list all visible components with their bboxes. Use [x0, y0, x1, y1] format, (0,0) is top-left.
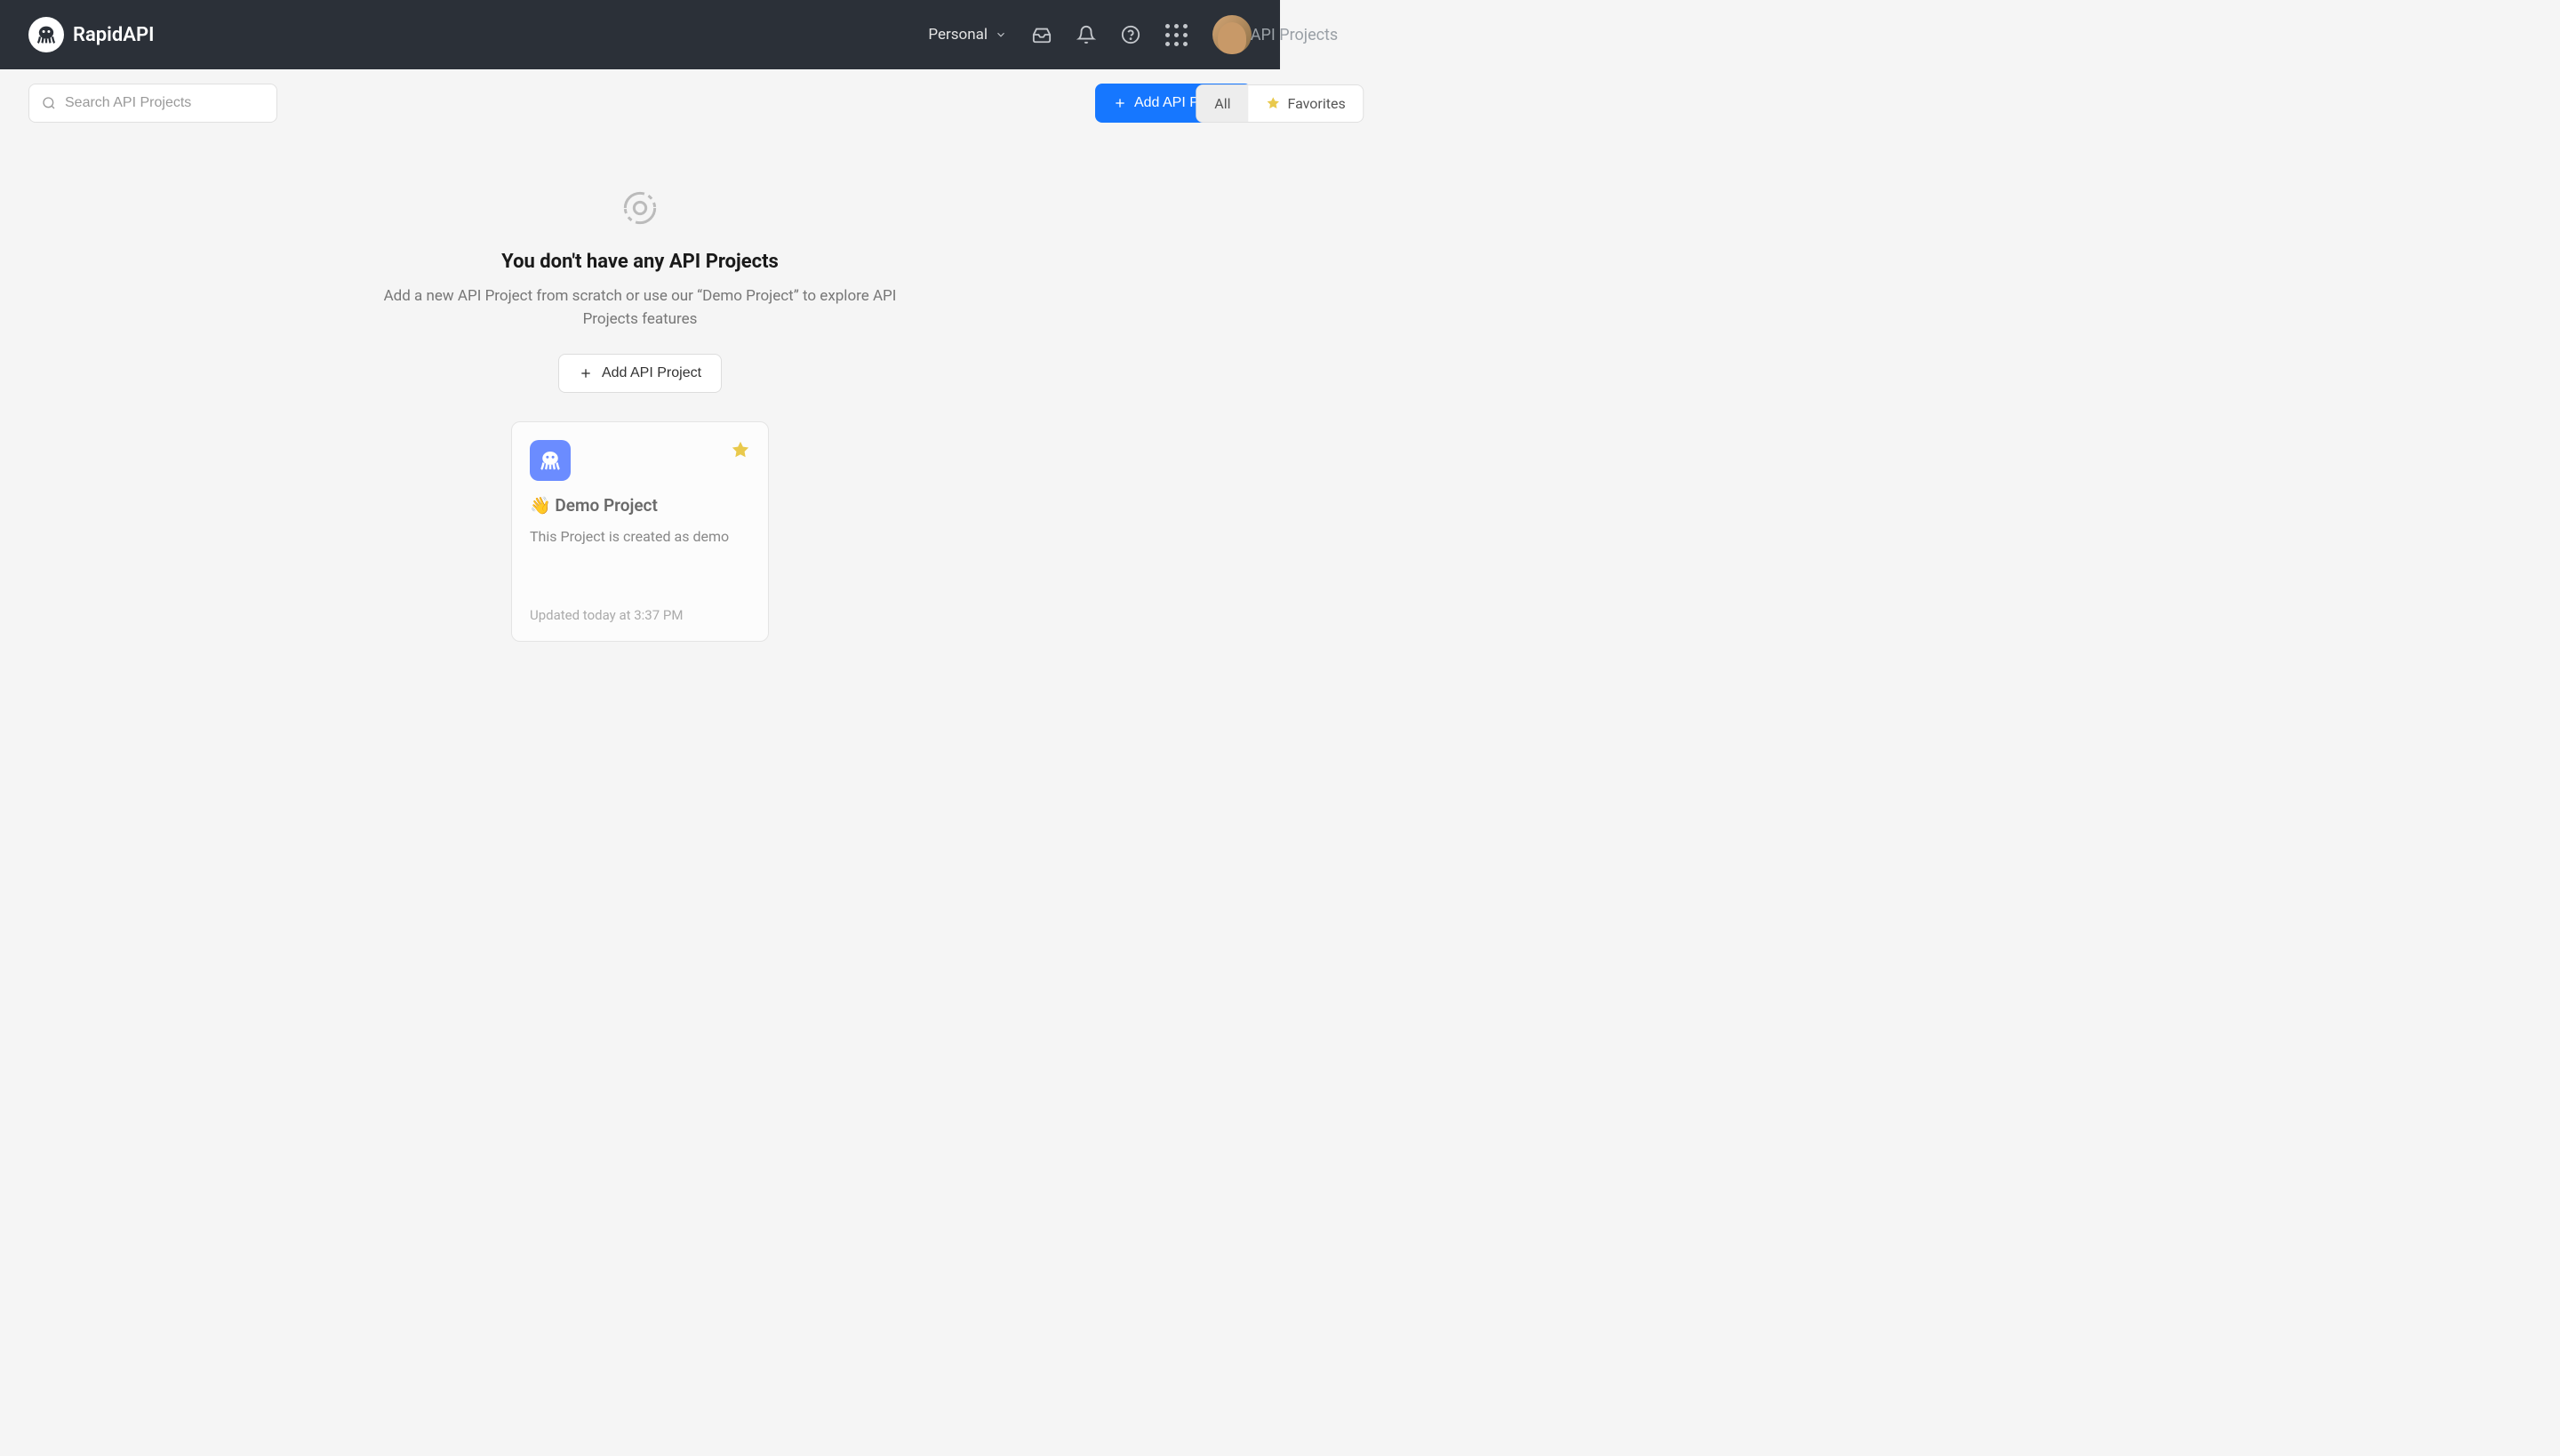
- project-title: 👋 Demo Project: [530, 495, 750, 516]
- tab-all-label: All: [1214, 95, 1230, 112]
- tab-favorites-label: Favorites: [1288, 95, 1346, 112]
- demo-project-card[interactable]: 👋 Demo Project This Project is created a…: [511, 421, 769, 642]
- search-input[interactable]: [65, 95, 264, 111]
- logo[interactable]: RapidAPI: [28, 17, 154, 52]
- project-updated: Updated today at 3:37 PM: [530, 607, 750, 623]
- apps-icon[interactable]: [1165, 24, 1188, 46]
- logo-icon: [28, 17, 64, 52]
- avatar[interactable]: [1212, 15, 1252, 54]
- project-description: This Project is created as demo: [530, 528, 750, 545]
- plus-icon: [1113, 96, 1127, 110]
- card-header: [530, 440, 750, 481]
- header-actions: Personal: [928, 15, 1252, 54]
- page-title: API Projects: [1251, 26, 1338, 44]
- main-content: You don't have any API Projects Add a ne…: [0, 137, 1280, 642]
- help-icon[interactable]: [1121, 25, 1140, 44]
- tab-favorites[interactable]: Favorites: [1249, 85, 1364, 122]
- tab-all[interactable]: All: [1196, 85, 1248, 122]
- inbox-icon[interactable]: [1032, 25, 1052, 44]
- brand-name: RapidAPI: [73, 24, 154, 46]
- add-project-button-secondary[interactable]: Add API Project: [558, 354, 722, 393]
- bell-icon[interactable]: [1076, 25, 1096, 44]
- workspace-label: Personal: [928, 26, 988, 44]
- filter-tabs: All Favorites: [1196, 84, 1364, 123]
- empty-description: Add a new API Project from scratch or us…: [382, 285, 898, 331]
- search-icon: [42, 96, 56, 110]
- star-icon: [1267, 96, 1281, 110]
- chevron-down-icon: [995, 28, 1007, 41]
- empty-title: You don't have any API Projects: [501, 251, 779, 273]
- add-button-label: Add API Project: [602, 365, 701, 381]
- empty-state-icon: [622, 190, 658, 226]
- plus-icon: [579, 366, 593, 380]
- toolbar: All Favorites Add API Project: [0, 69, 1280, 137]
- search-box[interactable]: [28, 84, 277, 123]
- favorite-star-icon[interactable]: [731, 440, 750, 460]
- top-header: RapidAPI API Projects Personal: [0, 0, 1280, 69]
- workspace-dropdown[interactable]: Personal: [928, 26, 1007, 44]
- project-icon: [530, 440, 571, 481]
